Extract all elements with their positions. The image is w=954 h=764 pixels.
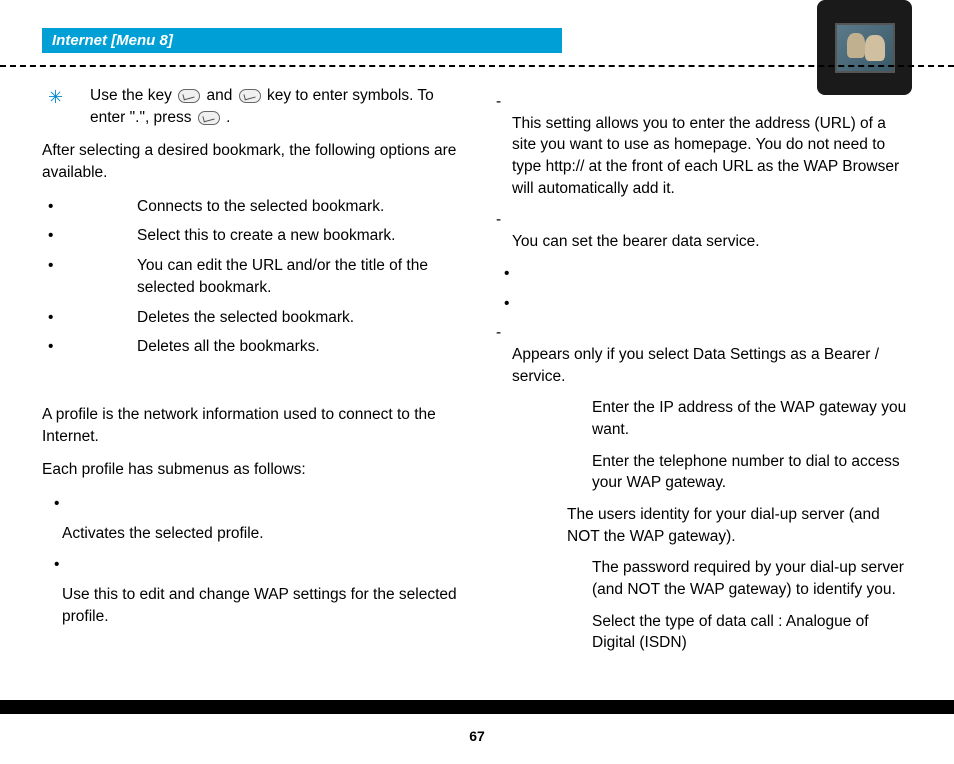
tip-row: ✳ Use the key and key to enter symbols. … xyxy=(42,85,462,128)
key-icon xyxy=(239,89,261,103)
list-item: • xyxy=(42,554,462,576)
bullet-text xyxy=(77,493,462,515)
page-number: 67 xyxy=(0,728,954,744)
bullet-icon: • xyxy=(42,307,137,329)
left-column: ✳ Use the key and key to enter symbols. … xyxy=(42,85,462,700)
dash-icon: - xyxy=(492,209,512,231)
bullet-icon: • xyxy=(42,336,137,358)
password-text: The password required by your dial-up se… xyxy=(492,557,912,600)
homepage-text: This setting allows you to enter the add… xyxy=(492,113,912,200)
list-item: • Select this to create a new bookmark. xyxy=(42,225,462,247)
profile-intro: A profile is the network information use… xyxy=(42,404,462,447)
divider-dashed xyxy=(0,65,954,67)
list-item: • Deletes the selected bookmark. xyxy=(42,307,462,329)
bookmark-intro: After selecting a desired bookmark, the … xyxy=(42,140,462,183)
list-item: • xyxy=(492,263,912,285)
bullet-text: Select this to create a new bookmark. xyxy=(137,225,462,247)
list-item: • You can edit the URL and/or the title … xyxy=(42,255,462,298)
footer-bar xyxy=(0,700,954,714)
bullet-icon: • xyxy=(492,293,527,315)
dial-text: Enter the telephone number to dial to ac… xyxy=(492,451,912,494)
right-column: - This setting allows you to enter the a… xyxy=(492,85,912,700)
tip-end: . xyxy=(226,109,230,126)
list-item: • Connects to the selected bookmark. xyxy=(42,196,462,218)
bullet-text: You can edit the URL and/or the title of… xyxy=(137,255,462,298)
activate-text: Activates the selected profile. xyxy=(42,523,462,545)
bullet-icon: • xyxy=(492,263,527,285)
tip-pre: Use the key xyxy=(90,87,176,104)
dash-icon: - xyxy=(492,91,512,113)
bullet-icon: • xyxy=(42,493,77,515)
asterisk-icon: ✳ xyxy=(42,85,90,128)
tip-text: Use the key and key to enter symbols. To… xyxy=(90,85,462,128)
ip-text: Enter the IP address of the WAP gateway … xyxy=(492,397,912,440)
dash-item: - xyxy=(492,91,912,113)
list-item: • xyxy=(42,493,462,515)
bullet-text: Deletes the selected bookmark. xyxy=(137,307,462,329)
page-content: ✳ Use the key and key to enter symbols. … xyxy=(42,85,912,700)
data-settings-text: Appears only if you select Data Settings… xyxy=(492,344,912,387)
tip-mid: and xyxy=(206,87,236,104)
bullet-icon: • xyxy=(42,554,77,576)
key-icon xyxy=(178,89,200,103)
bullet-text xyxy=(77,554,462,576)
bullet-icon: • xyxy=(42,196,137,218)
section-header: Internet [Menu 8] xyxy=(42,28,562,53)
bullet-text: Connects to the selected bookmark. xyxy=(137,196,462,218)
key-icon xyxy=(198,111,220,125)
settings-text: Use this to edit and change WAP settings… xyxy=(42,584,462,627)
phone-illustration xyxy=(817,0,912,95)
dash-icon: - xyxy=(492,322,512,344)
list-item: • Deletes all the bookmarks. xyxy=(42,336,462,358)
bullet-text: Deletes all the bookmarks. xyxy=(137,336,462,358)
profile-sub: Each profile has submenus as follows: xyxy=(42,459,462,481)
calltype-text: Select the type of data call : Analogue … xyxy=(492,611,912,654)
list-item: • xyxy=(492,293,912,315)
bullet-icon: • xyxy=(42,255,137,298)
bullet-icon: • xyxy=(42,225,137,247)
bearer-text: You can set the bearer data service. xyxy=(492,231,912,253)
userid-text: The users identity for your dial-up serv… xyxy=(492,504,912,547)
dash-item: - xyxy=(492,209,912,231)
dash-item: - xyxy=(492,322,912,344)
